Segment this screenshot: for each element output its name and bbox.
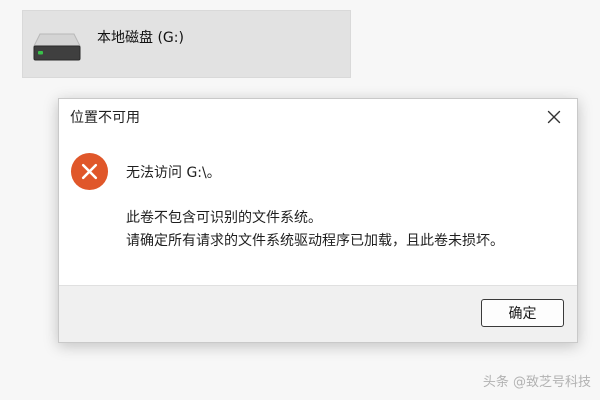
drive-icon bbox=[33, 33, 81, 61]
watermark: 头条 @致芝号科技 bbox=[482, 375, 591, 390]
dialog-body: 无法访问 G:\。 此卷不包含可识别的文件系统。 请确定所有请求的文件系统驱动程… bbox=[59, 139, 577, 286]
error-icon bbox=[70, 152, 109, 191]
dialog-footer: 确定 bbox=[59, 285, 577, 342]
dialog-title: 位置不可用 bbox=[70, 110, 140, 126]
ok-button[interactable]: 确定 bbox=[481, 299, 564, 327]
close-button[interactable] bbox=[539, 103, 569, 131]
drive-item[interactable]: 本地磁盘 (G:) bbox=[22, 10, 351, 78]
message-title: 无法访问 G:\。 bbox=[126, 165, 221, 181]
message-line-2: 请确定所有请求的文件系统驱动程序已加载，且此卷未损坏。 bbox=[126, 233, 504, 249]
error-dialog: 位置不可用 无法访问 G:\。 此卷不包含可识别的文件系统。 请确定所有请求的文… bbox=[58, 98, 578, 343]
close-icon bbox=[547, 110, 561, 124]
drive-label: 本地磁盘 (G:) bbox=[97, 30, 184, 46]
message-line-1: 此卷不包含可识别的文件系统。 bbox=[126, 210, 322, 226]
